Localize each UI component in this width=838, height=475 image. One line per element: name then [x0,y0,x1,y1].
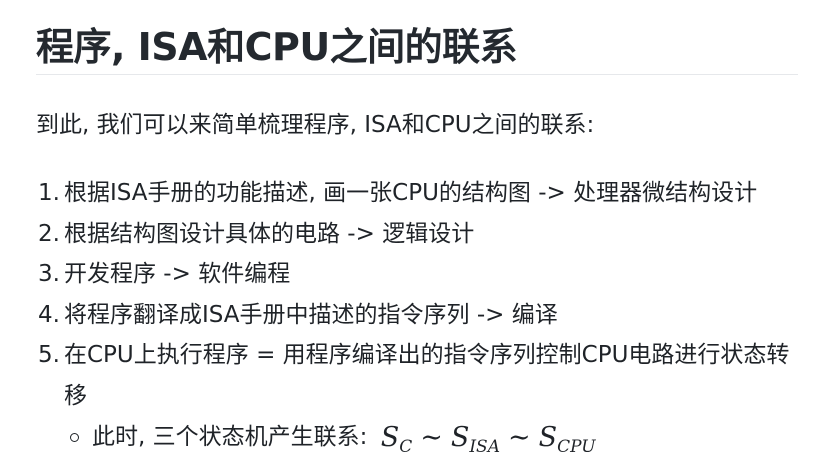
math-symbol: S [450,422,470,453]
math-subscript-cpu: CPU [557,437,596,457]
title-divider [36,74,798,75]
list-item-text: 根据ISA手册的功能描述, 画一张CPU的结构图 -> 处理器微结构设计 [64,180,758,206]
sub-list-item: 此时, 三个状态机产生联系: SC ∼ SISA ∼ SCPU [64,416,802,468]
list-item-number: 1. [38,180,60,206]
math-subscript-c: C [399,437,413,457]
list-item: 4. 将程序翻译成ISA手册中描述的指令序列 -> 编译 [36,295,802,336]
state-machine-formula: SC ∼ SISA ∼ SCPU [380,422,596,457]
list-item: 2. 根据结构图设计具体的电路 -> 逻辑设计 [36,214,802,255]
math-tilde-operator: ∼ [507,422,531,453]
list-item-number: 4. [38,301,60,328]
math-tilde-operator: ∼ [420,422,443,453]
list-item-number: 5. [38,342,60,368]
circle-bullet-icon [70,433,79,442]
math-symbol: S [538,422,558,453]
list-item-text: 将程序翻译成ISA手册中描述的指令序列 -> 编译 [64,301,558,328]
document-page: 程序, ISA和CPU之间的联系 到此, 我们可以来简单梳理程序, ISA和CP… [0,0,838,475]
list-item: 5. 在CPU上执行程序 = 用程序编译出的指令序列控制CPU电路进行状态转移 … [36,335,802,468]
intro-paragraph: 到此, 我们可以来简单梳理程序, ISA和CPU之间的联系: [36,112,595,138]
list-item: 1. 根据ISA手册的功能描述, 画一张CPU的结构图 -> 处理器微结构设计 [36,173,802,214]
list-item-text: 开发程序 -> 软件编程 [64,261,291,287]
steps-list: 1. 根据ISA手册的功能描述, 画一张CPU的结构图 -> 处理器微结构设计 … [36,173,802,468]
page-title: 程序, ISA和CPU之间的联系 [36,25,518,69]
list-item: 3. 开发程序 -> 软件编程 [36,254,802,295]
math-symbol: S [380,422,400,453]
list-item-number: 2. [38,220,60,247]
list-item-number: 3. [38,261,60,287]
sub-list: 此时, 三个状态机产生联系: SC ∼ SISA ∼ SCPU [64,416,802,468]
sub-list-item-text: 此时, 三个状态机产生联系: [92,424,368,450]
math-subscript-isa: ISA [469,437,500,457]
list-item-text: 在CPU上执行程序 = 用程序编译出的指令序列控制CPU电路进行状态转移 [64,342,790,409]
list-item-text: 根据结构图设计具体的电路 -> 逻辑设计 [64,220,475,247]
